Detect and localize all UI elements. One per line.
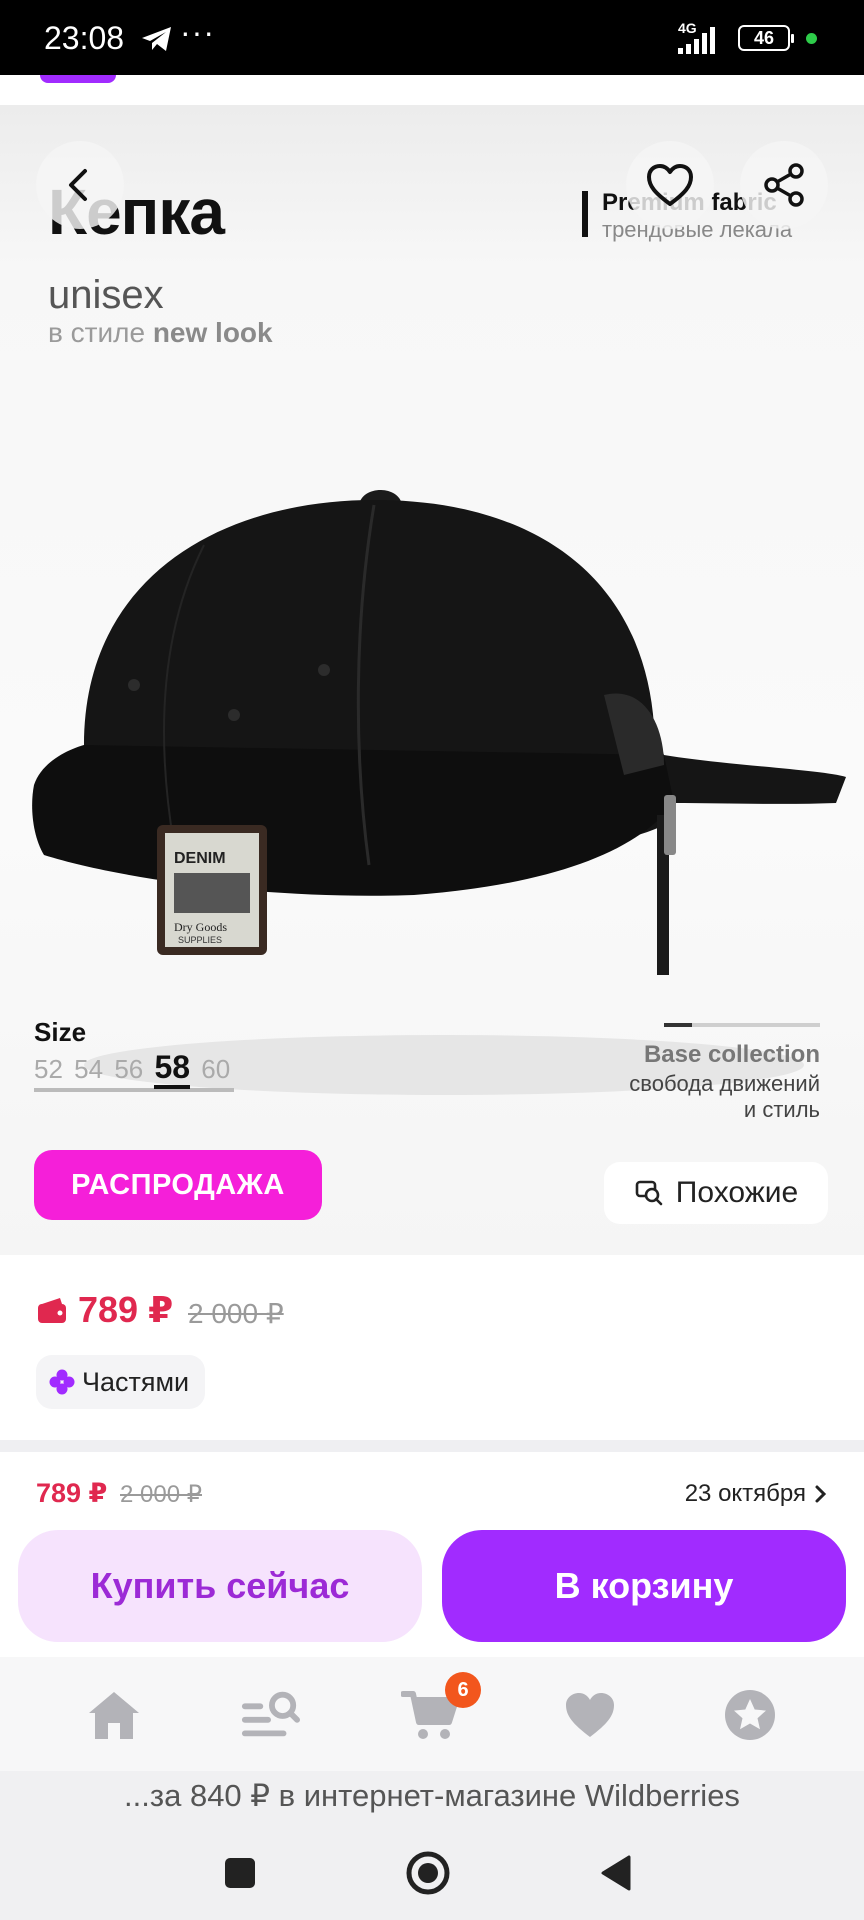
- share-icon: [764, 163, 804, 207]
- current-price: 789 ₽: [78, 1289, 174, 1330]
- collection-line-1: свобода движений: [629, 1071, 820, 1096]
- favorites-icon: [566, 1693, 614, 1737]
- collection-desc: свобода движений и стиль: [560, 1071, 820, 1123]
- wallet-icon: [38, 1298, 66, 1323]
- size-option[interactable]: 52: [34, 1054, 63, 1084]
- chevron-right-icon: [815, 1485, 827, 1503]
- size-option-selected[interactable]: 58: [154, 1049, 191, 1089]
- product-page: 23:08 ··· 4G 46 Кепка unisex в стиле new…: [0, 0, 864, 1920]
- back-button[interactable]: [36, 141, 124, 229]
- nav-catalog[interactable]: [240, 1685, 300, 1745]
- status-more: ···: [180, 14, 215, 50]
- gallery-progress-thumb: [664, 1023, 692, 1027]
- similar-button[interactable]: Похожие: [604, 1162, 828, 1224]
- telegram-icon: [142, 27, 171, 51]
- banner-subtitle: unisex: [48, 273, 164, 317]
- catalog-search-icon: [241, 1691, 300, 1737]
- product-gallery[interactable]: Кепка unisex в стиле new look Premium fa…: [0, 105, 864, 1255]
- banner-style: в стиле new look: [48, 317, 273, 349]
- heart-icon: [647, 164, 693, 206]
- tab-indicator: [40, 75, 116, 83]
- triangle-back-icon: [601, 1855, 631, 1891]
- gallery-progress: [664, 1023, 820, 1027]
- back-system-button[interactable]: [586, 1843, 646, 1903]
- size-option[interactable]: 54: [74, 1054, 103, 1084]
- favorite-button[interactable]: [626, 141, 714, 229]
- cart-badge: 6: [445, 1672, 481, 1708]
- share-button[interactable]: [740, 141, 828, 229]
- clover-icon: [49, 1369, 75, 1395]
- panel-old-price: 2 000 ₽: [120, 1481, 202, 1508]
- privacy-dot: [806, 33, 817, 44]
- product-image: DENIM Dry Goods SUPPLIES: [32, 490, 846, 1095]
- svg-text:SUPPLIES: SUPPLIES: [178, 935, 222, 945]
- chevron-left-icon: [69, 169, 87, 201]
- nav-profile[interactable]: [720, 1685, 780, 1745]
- sale-badge-button[interactable]: РАСПРОДАЖА: [34, 1150, 322, 1220]
- circle-icon: [406, 1851, 450, 1895]
- svg-text:Dry Goods: Dry Goods: [174, 920, 227, 934]
- price-card: 789 ₽ 2 000 ₽ Частями: [0, 1255, 864, 1440]
- delivery-date: 23 октября: [684, 1480, 806, 1507]
- home-system-button[interactable]: [398, 1843, 458, 1903]
- nav-home[interactable]: [84, 1685, 144, 1745]
- bottom-nav: [0, 1657, 864, 1771]
- square-icon: [225, 1858, 255, 1888]
- section-separator: [0, 1440, 864, 1452]
- home-icon: [89, 1692, 139, 1739]
- delivery-date-link[interactable]: 23 октября: [685, 1480, 828, 1508]
- collection-title: Base collection: [643, 1041, 820, 1068]
- size-option[interactable]: 56: [114, 1054, 143, 1084]
- status-time: 23:08: [44, 20, 125, 56]
- recents-button[interactable]: [210, 1843, 270, 1903]
- profile-icon: [725, 1690, 775, 1740]
- banner-style-bold: new look: [152, 317, 273, 348]
- similar-search-icon: [635, 1180, 663, 1206]
- collection-line-2: и стиль: [743, 1097, 820, 1122]
- installments-button[interactable]: Частями: [36, 1355, 206, 1409]
- panel-price: 789 ₽: [36, 1478, 108, 1508]
- add-to-cart-button[interactable]: В корзину: [442, 1530, 846, 1642]
- banner-divider: [582, 191, 588, 237]
- similar-label: Похожие: [675, 1176, 799, 1209]
- installments-label: Частями: [82, 1366, 190, 1397]
- battery-icon: 46: [738, 25, 794, 51]
- svg-text:DENIM: DENIM: [174, 850, 226, 867]
- battery-level: 46: [753, 28, 775, 48]
- size-title: Size: [34, 1017, 87, 1047]
- ad-caption: ...за 840 ₽ в интернет-магазине Wildberr…: [0, 1771, 864, 1827]
- size-option[interactable]: 60: [201, 1054, 230, 1084]
- buy-panel: 789 ₽ 2 000 ₽ 23 октября Купить сейчас В…: [0, 1452, 864, 1657]
- system-nav-bar: [0, 1827, 864, 1920]
- old-price: 2 000 ₽: [188, 1298, 284, 1329]
- banner-style-prefix: в стиле: [48, 317, 146, 348]
- size-selector[interactable]: 52 54 56 58 60: [34, 1049, 235, 1092]
- network-type: 4G: [678, 20, 697, 36]
- buy-now-button[interactable]: Купить сейчас: [18, 1530, 422, 1642]
- top-strip: [0, 75, 864, 105]
- status-bar: 23:08 ··· 4G 46: [0, 0, 864, 75]
- nav-favorites[interactable]: [560, 1685, 620, 1745]
